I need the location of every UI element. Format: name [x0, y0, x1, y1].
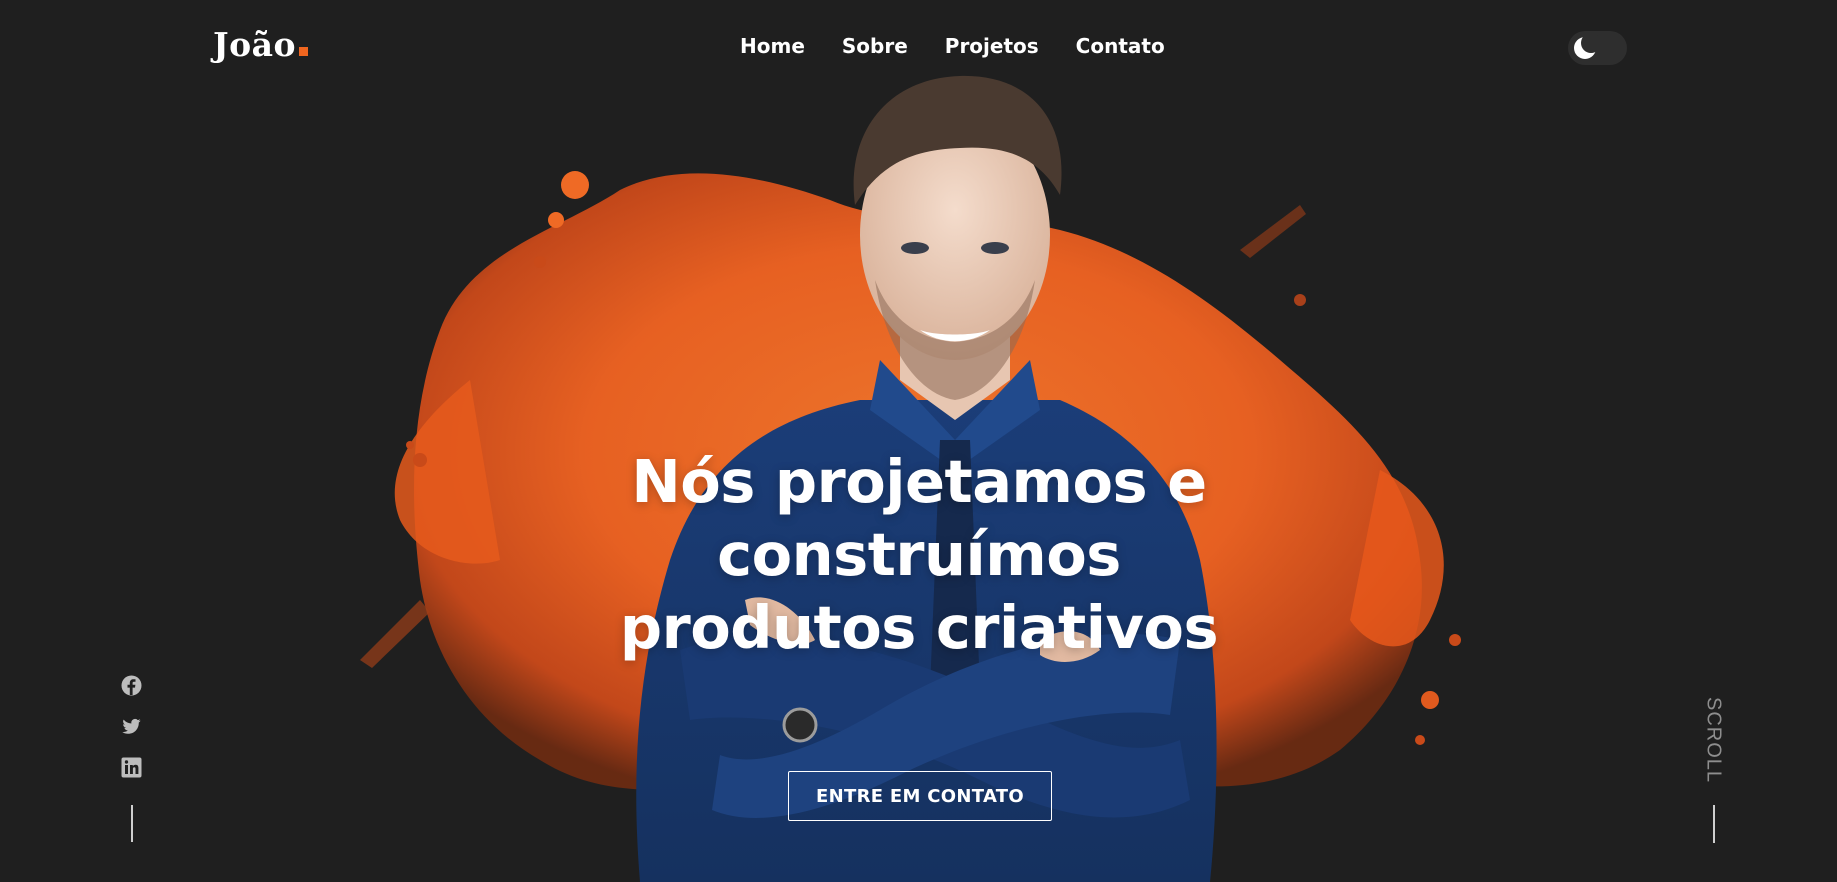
hero-image [360, 75, 1461, 882]
social-links [121, 675, 143, 798]
linkedin-icon[interactable] [121, 757, 142, 778]
facebook-icon[interactable] [121, 675, 142, 696]
contact-button[interactable]: ENTRE EM CONTATO [788, 771, 1052, 821]
scroll-indicator-label[interactable]: SCROLL [1702, 697, 1725, 783]
scroll-indicator-line [1713, 805, 1715, 843]
hero-title: Nós projetamos e construímos produtos cr… [619, 447, 1219, 662]
twitter-icon[interactable] [121, 716, 142, 737]
social-divider-line [131, 805, 133, 842]
